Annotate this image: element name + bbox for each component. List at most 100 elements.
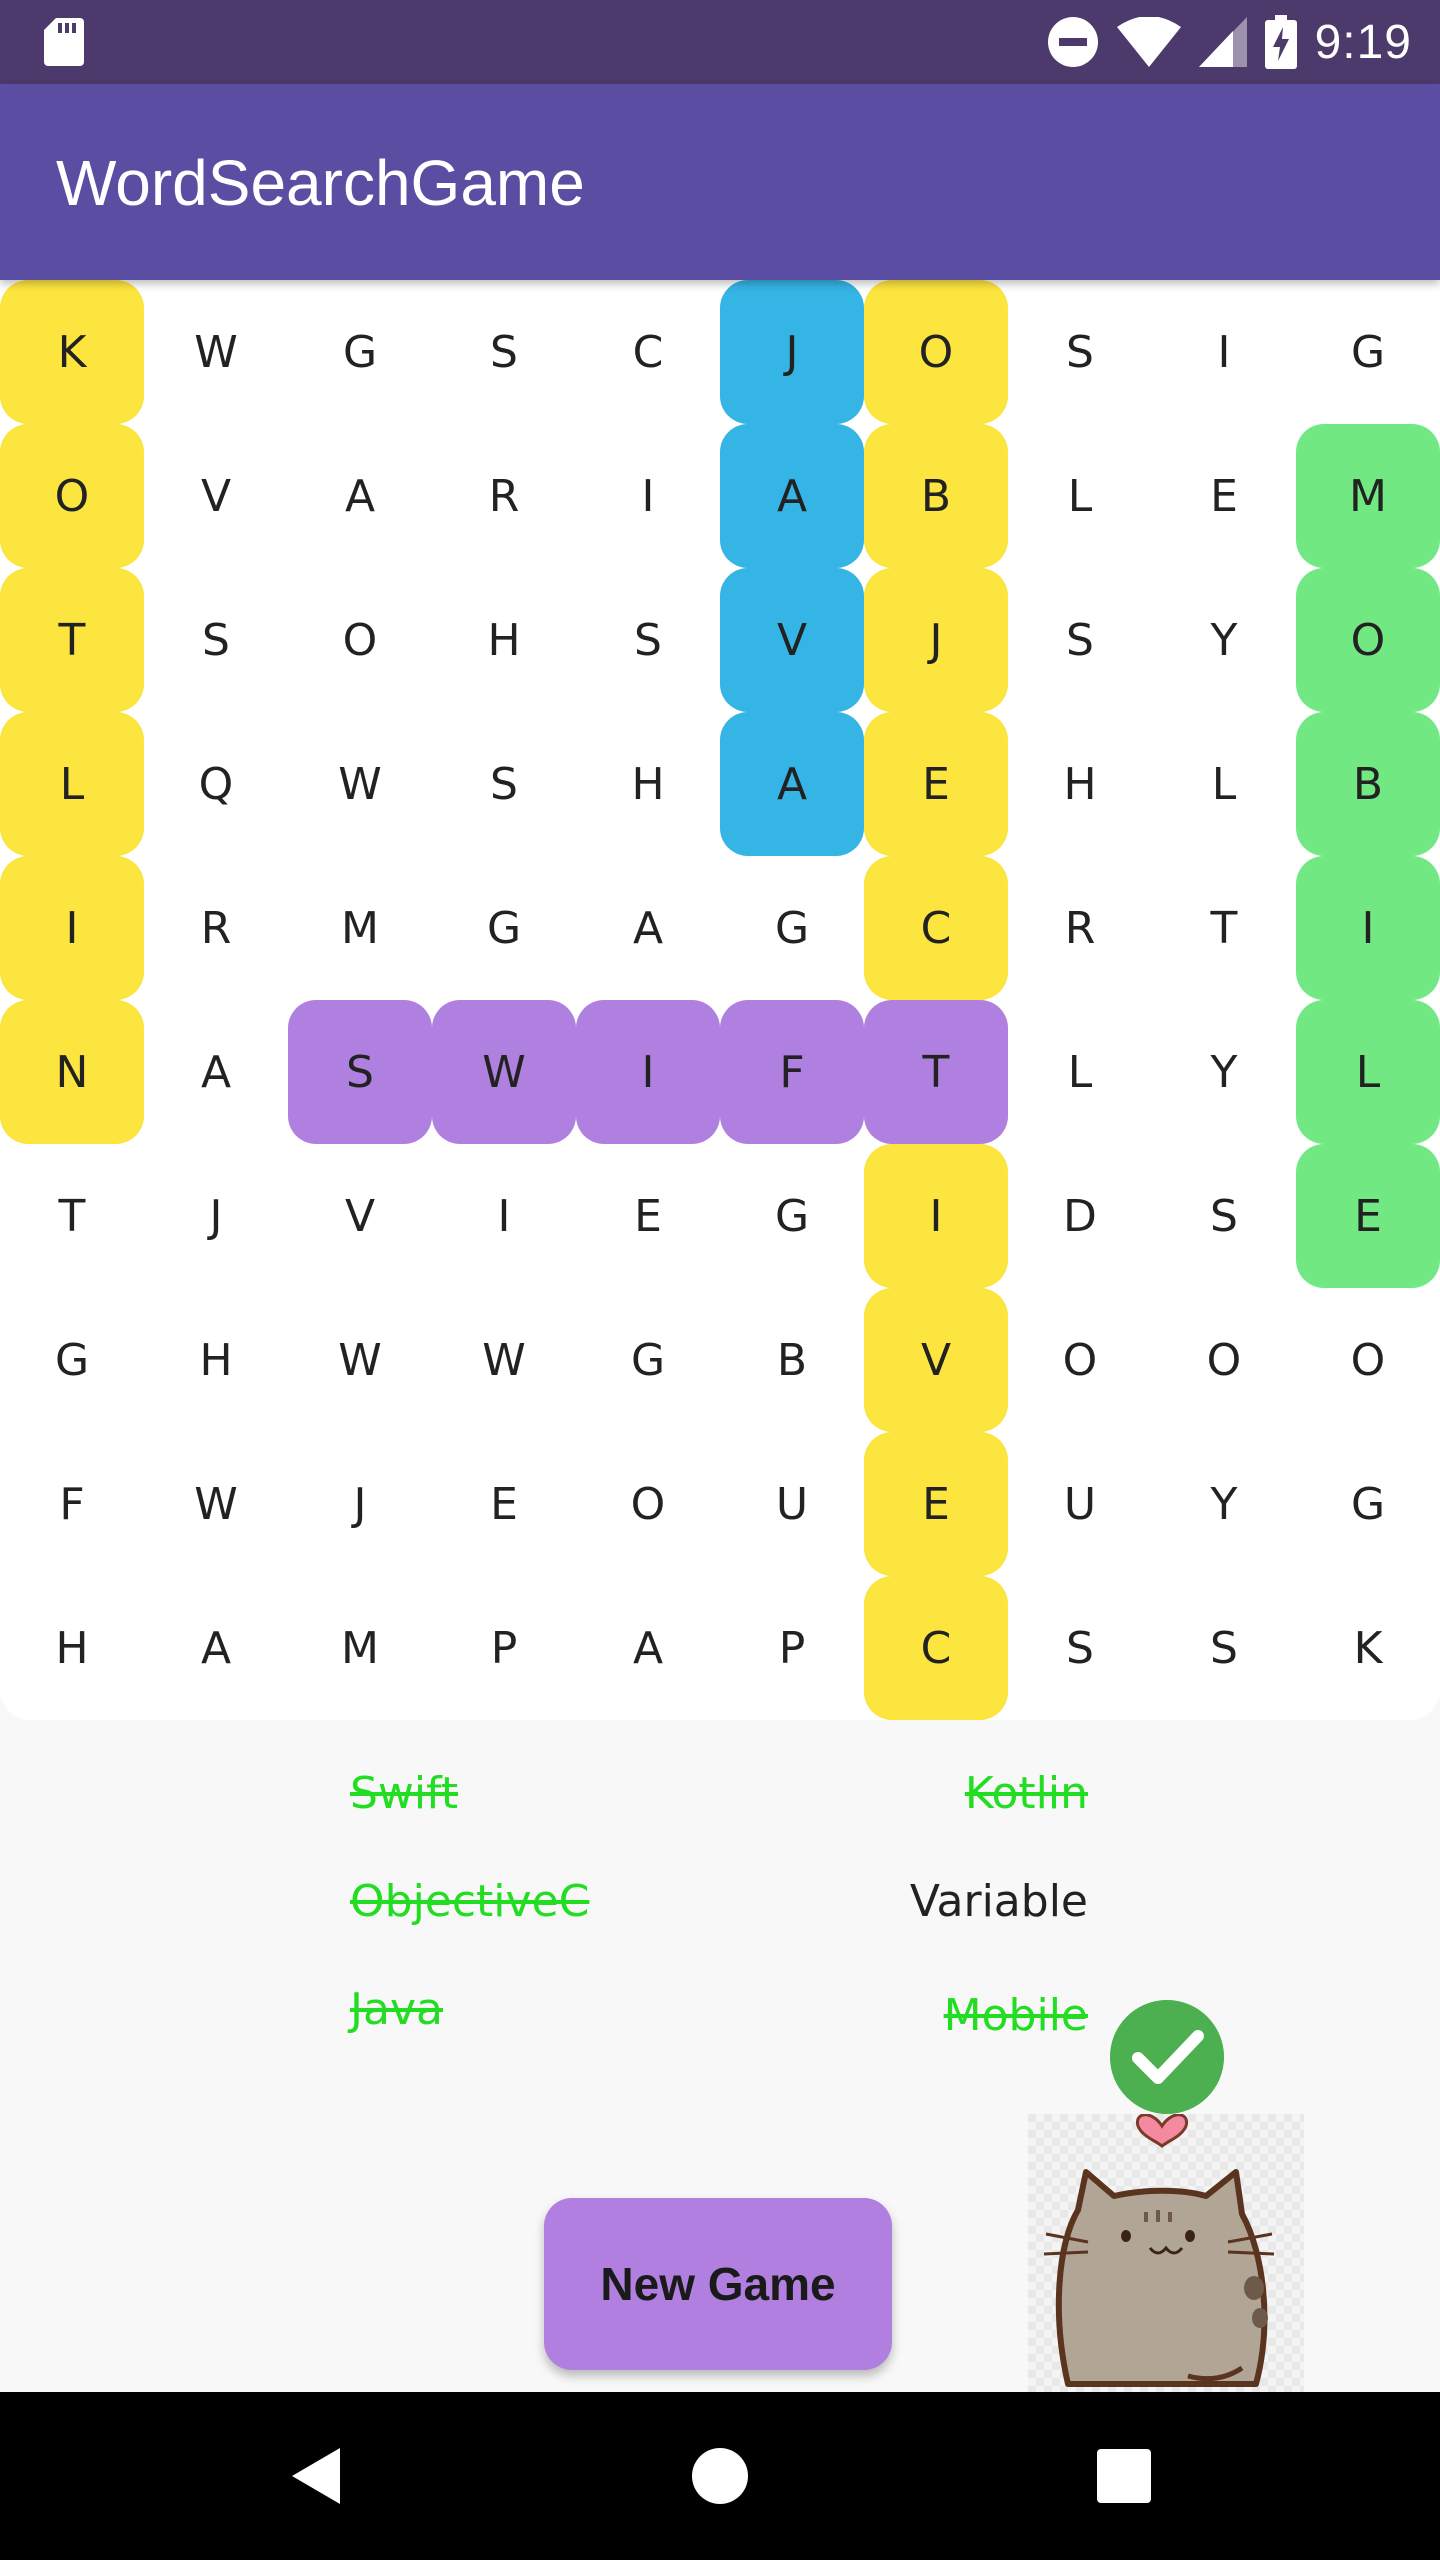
grid-cell[interactable]: V [720,568,864,712]
new-game-button[interactable]: New Game [544,2198,892,2370]
grid-cell[interactable]: I [576,1000,720,1144]
grid-cell[interactable]: S [432,712,576,856]
grid-cell[interactable]: C [864,1576,1008,1720]
grid-cell[interactable]: B [1296,712,1440,856]
grid-cell[interactable]: M [288,1576,432,1720]
grid-cell[interactable]: A [720,712,864,856]
grid-cell[interactable]: W [144,280,288,424]
grid-cell[interactable]: O [288,568,432,712]
grid-cell[interactable]: H [144,1288,288,1432]
grid-cell[interactable]: T [1152,856,1296,1000]
grid-cell[interactable]: J [720,280,864,424]
grid-cell[interactable]: S [576,568,720,712]
grid-cell[interactable]: W [288,1288,432,1432]
grid-cell[interactable]: L [1296,1000,1440,1144]
grid-cell[interactable]: O [864,280,1008,424]
grid-cell[interactable]: Y [1152,1000,1296,1144]
grid-cell[interactable]: C [864,856,1008,1000]
grid-cell[interactable]: O [1296,1288,1440,1432]
grid-cell[interactable]: L [1008,424,1152,568]
grid-cell[interactable]: V [144,424,288,568]
grid-cell[interactable]: R [1008,856,1152,1000]
grid-cell[interactable]: J [864,568,1008,712]
grid-cell[interactable]: E [1296,1144,1440,1288]
grid-cell[interactable]: A [288,424,432,568]
grid-cell[interactable]: H [0,1576,144,1720]
grid-cell[interactable]: O [1152,1288,1296,1432]
grid-cell[interactable]: G [576,1288,720,1432]
grid-cell[interactable]: H [1008,712,1152,856]
grid-cell[interactable]: K [0,280,144,424]
grid-cell[interactable]: P [720,1576,864,1720]
grid-cell[interactable]: M [1296,424,1440,568]
grid-cell[interactable]: R [432,424,576,568]
grid-cell[interactable]: B [720,1288,864,1432]
grid-cell[interactable]: Y [1152,568,1296,712]
grid-cell[interactable]: E [432,1432,576,1576]
grid-cell[interactable]: A [144,1000,288,1144]
grid-cell[interactable]: M [288,856,432,1000]
grid-cell[interactable]: L [0,712,144,856]
grid-cell[interactable]: G [432,856,576,1000]
grid-cell[interactable]: A [576,856,720,1000]
grid-cell[interactable]: W [432,1288,576,1432]
grid-cell[interactable]: O [576,1432,720,1576]
grid-cell[interactable]: E [864,1432,1008,1576]
grid-cell[interactable]: E [576,1144,720,1288]
grid-cell[interactable]: T [864,1000,1008,1144]
grid-cell[interactable]: O [0,424,144,568]
letter-grid[interactable]: KWGSCJOSIGOVARIABLEMTSOHSVJSYOLQWSHAEHLB… [0,280,1440,1720]
grid-cell[interactable]: O [1296,568,1440,712]
grid-cell[interactable]: V [864,1288,1008,1432]
grid-cell[interactable]: W [432,1000,576,1144]
grid-cell[interactable]: J [144,1144,288,1288]
grid-cell[interactable]: I [864,1144,1008,1288]
grid-cell[interactable]: W [288,712,432,856]
grid-cell[interactable]: E [864,712,1008,856]
grid-cell[interactable]: G [720,856,864,1000]
grid-cell[interactable]: A [576,1576,720,1720]
grid-cell[interactable]: J [288,1432,432,1576]
grid-cell[interactable]: T [0,568,144,712]
back-button[interactable] [266,2426,366,2526]
grid-cell[interactable]: H [576,712,720,856]
home-button[interactable] [670,2426,770,2526]
grid-cell[interactable]: S [1008,568,1152,712]
grid-cell[interactable]: W [144,1432,288,1576]
grid-cell[interactable]: T [0,1144,144,1288]
grid-cell[interactable]: A [144,1576,288,1720]
grid-cell[interactable]: Y [1152,1432,1296,1576]
recents-button[interactable] [1074,2426,1174,2526]
grid-cell[interactable]: S [1008,280,1152,424]
grid-cell[interactable]: I [576,424,720,568]
grid-cell[interactable]: G [1296,1432,1440,1576]
grid-cell[interactable]: G [720,1144,864,1288]
grid-cell[interactable]: S [1152,1576,1296,1720]
grid-cell[interactable]: Q [144,712,288,856]
grid-cell[interactable]: V [288,1144,432,1288]
grid-cell[interactable]: S [288,1000,432,1144]
grid-cell[interactable]: K [1296,1576,1440,1720]
grid-cell[interactable]: D [1008,1144,1152,1288]
grid-cell[interactable]: A [720,424,864,568]
grid-cell[interactable]: G [0,1288,144,1432]
grid-cell[interactable]: I [0,856,144,1000]
grid-cell[interactable]: U [1008,1432,1152,1576]
grid-cell[interactable]: S [144,568,288,712]
grid-cell[interactable]: G [1296,280,1440,424]
grid-cell[interactable]: L [1008,1000,1152,1144]
grid-cell[interactable]: U [720,1432,864,1576]
grid-cell[interactable]: N [0,1000,144,1144]
grid-cell[interactable]: S [1152,1144,1296,1288]
grid-cell[interactable]: I [432,1144,576,1288]
grid-cell[interactable]: G [288,280,432,424]
grid-cell[interactable]: S [432,280,576,424]
grid-cell[interactable]: F [0,1432,144,1576]
grid-cell[interactable]: S [1008,1576,1152,1720]
grid-cell[interactable]: E [1152,424,1296,568]
grid-cell[interactable]: F [720,1000,864,1144]
grid-cell[interactable]: H [432,568,576,712]
grid-cell[interactable]: B [864,424,1008,568]
grid-cell[interactable]: R [144,856,288,1000]
grid-cell[interactable]: I [1152,280,1296,424]
